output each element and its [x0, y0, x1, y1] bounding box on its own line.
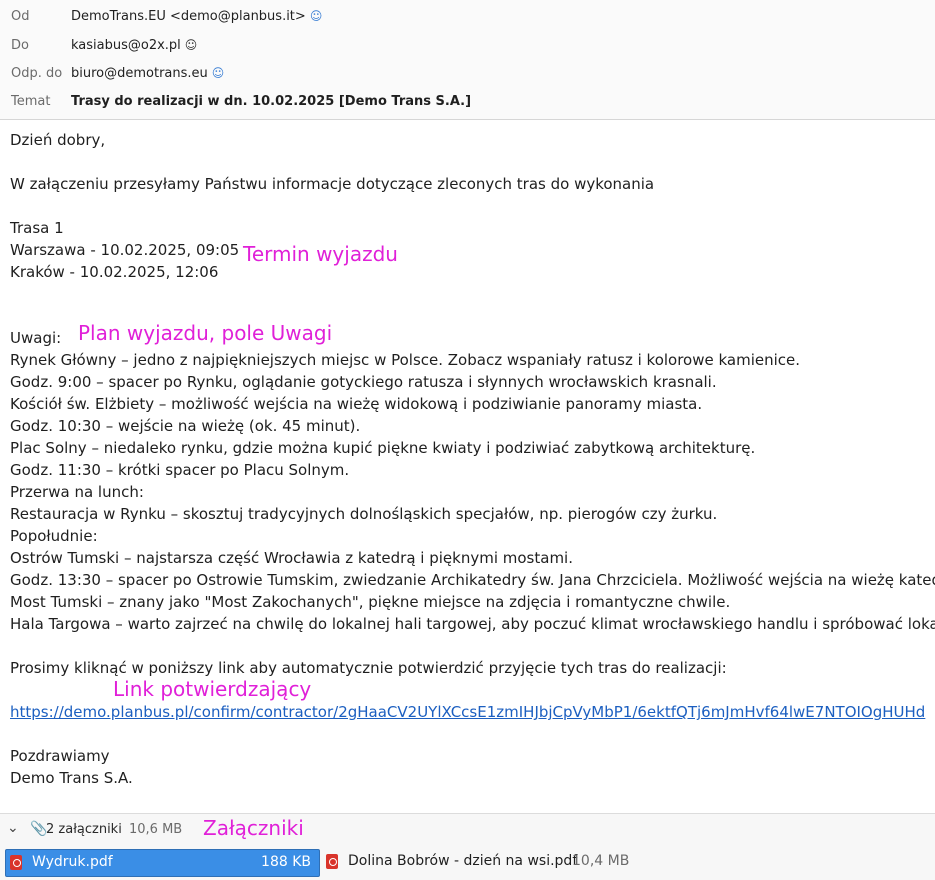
reply-to-address[interactable]: biuro@demotrans.eu ☺	[71, 66, 224, 81]
remark-line: Przerwa na lunch:	[10, 483, 144, 501]
remark-line: Hala Targowa – warto zajrzeć na chwilę d…	[10, 615, 935, 633]
annotation-confirm-link: Link potwierdzający	[113, 677, 312, 701]
remarks-label: Uwagi:	[10, 329, 62, 347]
closing: Pozdrawiamy	[10, 747, 110, 765]
to-row: Do kasiabus@o2x.pl ☺	[0, 31, 935, 59]
reply-to-row: Odp. do biuro@demotrans.eu ☺	[0, 59, 935, 87]
remark-line: Ostrów Tumski – najstarsza część Wrocław…	[10, 549, 573, 567]
attachment-size: 188 KB	[261, 854, 311, 870]
attachment-size: 10,4 MB	[572, 853, 630, 869]
attachment-name: Dolina Bobrów - dzień na wsi.pdf	[348, 853, 578, 869]
remark-line: Godz. 11:30 – krótki spacer po Placu Sol…	[10, 461, 350, 479]
attachment-total-size: 10,6 MB	[129, 822, 183, 837]
contact-icon[interactable]: ☺	[185, 38, 198, 52]
message-body: Dzień dobry, W załączeniu przesyłamy Pań…	[0, 120, 935, 813]
reply-to-address-text[interactable]: biuro@demotrans.eu	[71, 66, 208, 81]
departure-line: Warszawa - 10.02.2025, 09:05	[10, 241, 240, 259]
contact-icon[interactable]: ☺	[212, 66, 225, 80]
remark-line: Most Tumski – znany jako "Most Zakochany…	[10, 593, 731, 611]
attachment-item[interactable]: Wydruk.pdf 188 KB	[5, 849, 320, 877]
subject-label: Temat	[11, 94, 51, 109]
annotation-attachments: Załączniki	[203, 816, 304, 840]
remark-line: Restauracja w Rynku – skosztuj tradycyjn…	[10, 505, 718, 523]
remark-line: Godz. 10:30 – wejście na wieżę (ok. 45 m…	[10, 417, 361, 435]
reply-to-label: Odp. do	[11, 66, 63, 81]
from-label: Od	[11, 9, 30, 24]
annotation-plan-remarks: Plan wyjazdu, pole Uwagi	[78, 321, 333, 345]
to-address-text[interactable]: kasiabus@o2x.pl	[71, 38, 181, 53]
to-address[interactable]: kasiabus@o2x.pl ☺	[71, 38, 197, 53]
contact-icon[interactable]: ☺	[310, 9, 323, 23]
remark-line: Kościół św. Elżbiety – możliwość wejścia…	[10, 395, 703, 413]
pdf-icon	[10, 855, 22, 870]
from-row: Od DemoTrans.EU <demo@planbus.it> ☺	[0, 2, 935, 30]
attachment-list: Wydruk.pdf 188 KB Dolina Bobrów - dzień …	[0, 846, 935, 880]
from-address-text[interactable]: DemoTrans.EU <demo@planbus.it>	[71, 9, 306, 24]
remark-line: Popołudnie:	[10, 527, 98, 545]
signature: Demo Trans S.A.	[10, 769, 133, 787]
attachment-name: Wydruk.pdf	[32, 854, 113, 870]
from-address[interactable]: DemoTrans.EU <demo@planbus.it> ☺	[71, 9, 322, 24]
subject-text: Trasy do realizacji w dn. 10.02.2025 [De…	[71, 94, 472, 109]
paperclip-icon: 📎	[30, 821, 48, 837]
message-header: Od DemoTrans.EU <demo@planbus.it> ☺ Do ka…	[0, 0, 935, 120]
attachment-bar[interactable]: ⌄ 📎 2 załączniki 10,6 MB Załączniki	[0, 813, 935, 846]
arrival-line: Kraków - 10.02.2025, 12:06	[10, 263, 219, 281]
chevron-down-icon[interactable]: ⌄	[7, 820, 19, 836]
to-label: Do	[11, 38, 29, 53]
attachment-count[interactable]: 2 załączniki	[46, 822, 122, 837]
confirm-link[interactable]: https://demo.planbus.pl/confirm/contract…	[10, 702, 925, 722]
remark-line: Rynek Główny – jedno z najpiękniejszych …	[10, 351, 801, 369]
remark-line: Godz. 13:30 – spacer po Ostrowie Tumskim…	[10, 571, 935, 589]
remark-line: Godz. 9:00 – spacer po Rynku, oglądanie …	[10, 373, 717, 391]
remark-line: Plac Solny – niedaleko rynku, gdzie możn…	[10, 439, 756, 457]
pdf-icon	[326, 854, 338, 869]
annotation-departure-term: Termin wyjazdu	[243, 242, 398, 266]
confirm-instruction: Prosimy kliknąć w poniższy link aby auto…	[10, 659, 727, 677]
subject-row: Temat Trasy do realizacji w dn. 10.02.20…	[0, 87, 935, 115]
attachment-item[interactable]: Dolina Bobrów - dzień na wsi.pdf 10,4 MB	[322, 849, 642, 875]
intro-text: W załączeniu przesyłamy Państwu informac…	[10, 175, 655, 193]
greeting: Dzień dobry,	[10, 131, 106, 149]
route-title: Trasa 1	[10, 219, 64, 237]
